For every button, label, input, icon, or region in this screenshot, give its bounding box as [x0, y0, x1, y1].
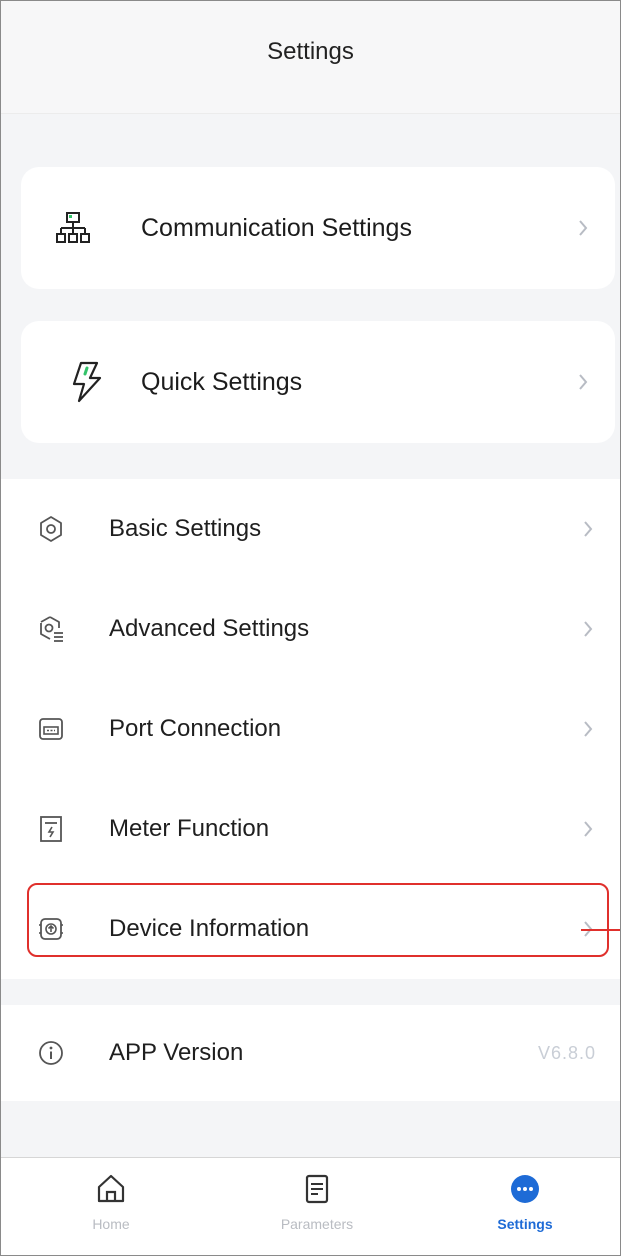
- menu-item-label: Port Connection: [109, 715, 282, 742]
- app-version-section: APP Version V6.8.0: [1, 1005, 620, 1101]
- card-label-quick-settings: Quick Settings: [141, 367, 303, 396]
- quick-settings-card[interactable]: Quick Settings: [21, 321, 615, 443]
- communication-settings-card[interactable]: Communication Settings: [21, 167, 615, 289]
- chevron-right-icon: [584, 821, 593, 837]
- gear-list-icon: [40, 616, 63, 642]
- gear-icon: [40, 516, 62, 542]
- menu-item-label: Advanced Settings: [109, 615, 310, 642]
- chevron-right-icon: [579, 374, 588, 390]
- card-label-communication-settings: Communication Settings: [141, 213, 412, 242]
- home-icon: [97, 1174, 125, 1203]
- info-icon: [39, 1041, 63, 1065]
- menu-item-device-information[interactable]: Device Information: [1, 879, 620, 979]
- menu-item-label: Meter Function: [109, 815, 270, 842]
- menu-item-label: Device Information: [109, 915, 310, 942]
- page-title: Settings: [267, 38, 354, 65]
- bottom-tab-bar: Home Parameters Settings: [1, 1157, 620, 1255]
- menu-item-meter-function[interactable]: Meter Function: [1, 779, 620, 879]
- tab-home[interactable]: Home: [41, 1158, 181, 1255]
- chevron-right-icon: [584, 721, 593, 737]
- meter-icon: [40, 816, 62, 842]
- app-version-label: APP Version: [109, 1039, 244, 1066]
- tab-label-settings: Settings: [497, 1216, 553, 1232]
- tab-label-home: Home: [92, 1216, 130, 1232]
- port-icon: [39, 718, 63, 740]
- callout-line: [581, 929, 620, 931]
- app-frame: Settings Communication Settings Quick Se…: [0, 0, 621, 1256]
- chevron-right-icon: [579, 220, 588, 236]
- tab-parameters[interactable]: Parameters: [247, 1158, 387, 1255]
- network-icon: [56, 212, 90, 243]
- settings-menu-list: Basic Settings Advanced Settings Port Co…: [1, 479, 620, 979]
- page-header: Settings: [1, 1, 620, 114]
- lightning-icon: [72, 361, 102, 403]
- menu-item-port-connection[interactable]: Port Connection: [1, 679, 620, 779]
- chevron-right-icon: [584, 621, 593, 637]
- document-icon: [305, 1174, 329, 1204]
- more-dots-icon: [511, 1175, 539, 1203]
- menu-item-advanced-settings[interactable]: Advanced Settings: [1, 579, 620, 679]
- menu-item-label: Basic Settings: [109, 515, 262, 542]
- app-version-row: APP Version V6.8.0: [1, 1005, 620, 1101]
- tab-settings[interactable]: Settings: [455, 1158, 595, 1255]
- menu-item-basic-settings[interactable]: Basic Settings: [1, 479, 620, 579]
- app-version-value: V6.8.0: [537, 1042, 596, 1063]
- device-chip-icon: [39, 918, 63, 940]
- chevron-right-icon: [584, 521, 593, 537]
- tab-label-parameters: Parameters: [280, 1216, 354, 1232]
